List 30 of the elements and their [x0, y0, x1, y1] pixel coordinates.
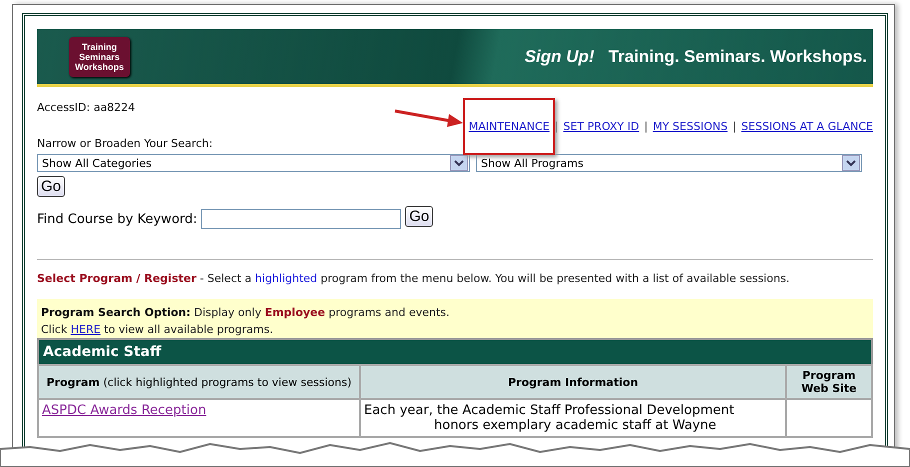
nav-link[interactable]: MY SESSIONS: [652, 120, 728, 133]
link-separator: |: [554, 120, 558, 133]
banner-slogan: Sign Up!: [524, 46, 594, 66]
go-button[interactable]: Go: [37, 176, 66, 197]
access-id: AccessID: aa8224: [37, 101, 136, 114]
program-info: honors exemplary academic staff at Wayne: [433, 418, 716, 433]
column-header: Program (click highlighted programs to view sessions): [38, 365, 360, 399]
logo: Training Seminars Workshops: [69, 36, 130, 76]
nav-link[interactable]: MAINTENANCE: [468, 120, 550, 133]
link-separator: |: [644, 120, 648, 133]
caret-icon: [450, 155, 468, 171]
program-select[interactable]: Show All Programs: [476, 154, 862, 172]
column-header: Program Information: [360, 365, 786, 399]
caret-icon: [842, 155, 860, 171]
go-button[interactable]: Go: [405, 206, 434, 226]
program-info: Each year, the Academic Staff Professional Development: [364, 403, 734, 418]
instructions-text: Select Program / Register - Select a highlighted program from the menu below. You will be presented with a list of available sessions.: [37, 272, 791, 285]
category-select[interactable]: Show All Categories: [37, 154, 470, 172]
search-option-text: Program Search Option: Display only Employee programs and events.: [41, 306, 451, 319]
search-label: Narrow or Broaden Your Search:: [37, 137, 214, 150]
arrow-icon: [392, 108, 465, 128]
keyword-label: Find Course by Keyword:: [37, 212, 198, 226]
banner-tagline: Training. Seminars. Workshops.: [608, 46, 867, 66]
column-header: Program Web Site: [786, 365, 872, 399]
search-option-text: Click HERE to view all available programs.: [41, 323, 274, 336]
nav-link[interactable]: SET PROXY ID: [563, 120, 640, 133]
keyword-field[interactable]: [201, 209, 402, 229]
link-separator: |: [732, 120, 736, 133]
nav-link[interactable]: SESSIONS AT A GLANCE: [741, 120, 873, 133]
table-title: Academic Staff: [38, 339, 872, 365]
